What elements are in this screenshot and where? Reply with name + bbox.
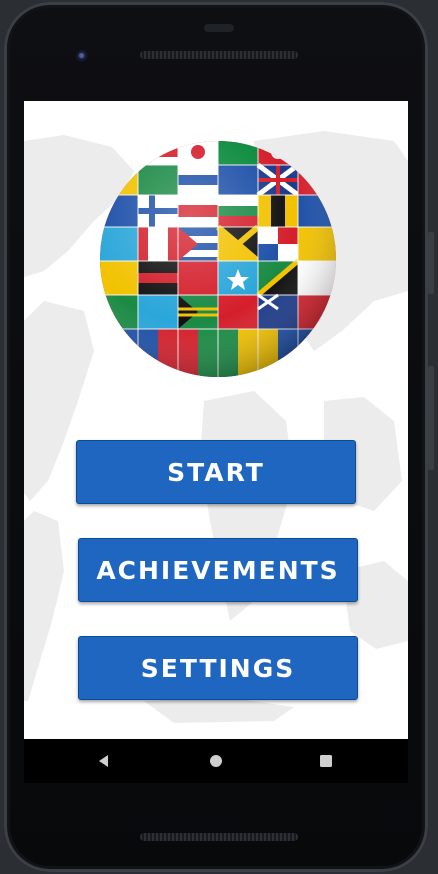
front-camera xyxy=(76,50,90,64)
start-button[interactable]: START xyxy=(76,440,356,504)
achievements-button[interactable]: ACHIEVEMENTS xyxy=(78,538,358,602)
earpiece xyxy=(204,24,234,32)
top-speaker-grille xyxy=(140,51,298,59)
system-navigation-bar xyxy=(24,739,408,783)
home-circle-icon[interactable] xyxy=(208,753,224,769)
flag-globe-logo xyxy=(100,141,336,377)
back-triangle-icon[interactable] xyxy=(96,753,112,769)
bottom-speaker-grille xyxy=(140,833,298,841)
settings-button[interactable]: SETTINGS xyxy=(78,636,358,700)
power-button[interactable] xyxy=(428,232,434,294)
app-screen: START ACHIEVEMENTS SETTINGS xyxy=(24,101,408,739)
recents-square-icon[interactable] xyxy=(318,753,334,769)
volume-rocker[interactable] xyxy=(428,366,434,470)
